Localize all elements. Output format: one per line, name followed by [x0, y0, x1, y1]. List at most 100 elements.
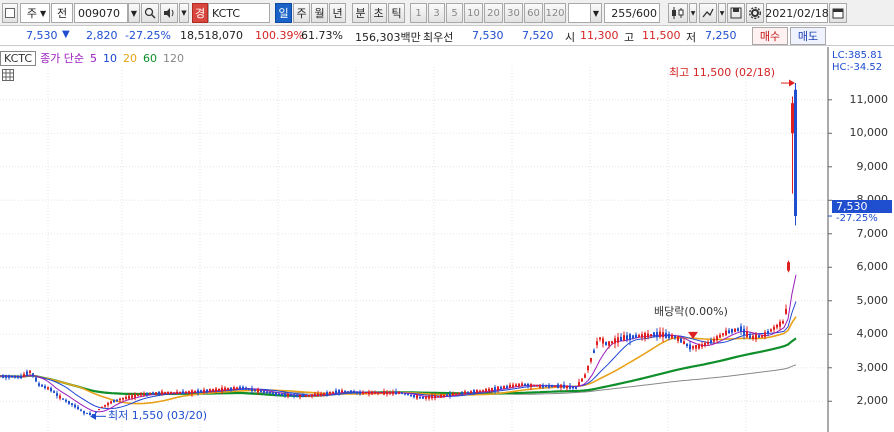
speaker-dropdown-button[interactable]: ▼	[179, 3, 189, 23]
chart-legend: KCTC 종가 단순 5 10 20 60 120	[0, 50, 190, 66]
candle-body	[155, 392, 157, 395]
volume-ratio: 100.39%	[255, 29, 304, 42]
draw-tool-button[interactable]	[699, 3, 717, 23]
candle-style-button[interactable]	[668, 3, 688, 23]
candle-body	[722, 333, 724, 336]
candle-body	[398, 391, 400, 394]
candle-body	[335, 390, 337, 394]
candle-body	[263, 390, 265, 393]
candle-body	[787, 262, 790, 271]
candle-body	[746, 331, 748, 337]
candle-body	[470, 391, 472, 393]
candle-body	[254, 389, 256, 391]
candle-body	[386, 391, 388, 395]
candle-body	[305, 394, 307, 397]
candle-body	[776, 324, 778, 328]
prefix-select[interactable]: 전	[51, 3, 73, 23]
candle-body	[119, 398, 121, 401]
candle-body	[677, 335, 679, 341]
candle-body	[194, 390, 196, 393]
tab-day[interactable]: 일	[275, 3, 292, 23]
tab-second[interactable]: 초	[370, 3, 387, 23]
candle-body	[773, 326, 775, 330]
candle-body	[242, 386, 244, 390]
down-arrow-icon: ▼	[62, 29, 70, 40]
candle-body	[701, 344, 703, 347]
interval-60[interactable]: 60	[524, 3, 543, 23]
grid-toggle-icon[interactable]	[2, 69, 14, 84]
custom-interval-dropdown[interactable]: ▼	[590, 3, 602, 23]
candle-body	[440, 394, 442, 398]
candle-body	[185, 391, 187, 394]
candle-body	[245, 387, 247, 390]
interval-5[interactable]: 5	[446, 3, 463, 23]
date-field[interactable]: 2021/02/18	[765, 3, 829, 23]
search-button[interactable]	[141, 3, 159, 23]
candle-body	[29, 370, 31, 373]
candle-body	[710, 340, 712, 344]
candle-body	[611, 341, 613, 344]
tab-day-label: 일	[278, 7, 289, 20]
candle-body	[491, 387, 493, 391]
candle-body	[578, 382, 580, 386]
interval-120[interactable]: 120	[544, 3, 566, 23]
speaker-button[interactable]	[160, 3, 178, 23]
candle-body	[779, 321, 781, 327]
save-button[interactable]	[727, 3, 745, 23]
code-dropdown-button[interactable]: ▼	[128, 3, 140, 23]
tab-month-label: 월	[314, 7, 325, 20]
candle-body	[569, 385, 571, 389]
candle-body	[356, 391, 358, 394]
candle-body	[281, 393, 283, 396]
chevron-down-icon: ▼	[181, 9, 187, 17]
interval-20[interactable]: 20	[484, 3, 503, 23]
candle-body	[338, 389, 340, 394]
price-chart[interactable]: KCTC 종가 단순 5 10 20 60 120 LC:385.81 HC:-…	[0, 47, 894, 432]
candle-body	[77, 406, 79, 410]
current-price-tag: 7,530	[832, 200, 892, 213]
checkbox-icon[interactable]	[2, 3, 18, 23]
best-quote-label: 최우선	[423, 31, 454, 44]
tab-year[interactable]: 년	[329, 3, 346, 23]
candle-body	[506, 385, 508, 388]
candle-body	[527, 383, 529, 387]
interval-label: 30	[507, 7, 520, 19]
interval-1[interactable]: 1	[410, 3, 427, 23]
y-tick-label: 11,000	[849, 92, 889, 106]
tab-week[interactable]: 주	[293, 3, 310, 23]
interval-3[interactable]: 3	[428, 3, 445, 23]
candle-body	[173, 392, 175, 394]
stock-name-field[interactable]: KCTC	[208, 3, 270, 23]
interval-30[interactable]: 30	[504, 3, 523, 23]
tab-minute[interactable]: 분	[352, 3, 369, 23]
candle-body	[293, 394, 295, 397]
chart-canvas[interactable]	[0, 47, 894, 432]
candle-body	[767, 331, 769, 334]
buy-button[interactable]: 매수	[752, 27, 788, 45]
interval-10[interactable]: 10	[464, 3, 483, 23]
legend-ma120: 120	[163, 51, 185, 65]
candle-body	[623, 335, 625, 341]
period-select[interactable]: 주 ▼	[20, 3, 50, 23]
tab-tick[interactable]: 틱	[388, 3, 405, 23]
candle-body	[692, 346, 694, 349]
calendar-button[interactable]	[829, 3, 847, 23]
market-badge-label: 경	[194, 7, 206, 20]
y-tick-label: 3,000	[856, 360, 889, 374]
candle-body	[239, 386, 241, 390]
candle-body	[44, 385, 46, 389]
candle-body	[101, 406, 103, 408]
sell-button[interactable]: 매도	[790, 27, 826, 45]
settings-button[interactable]	[746, 3, 764, 23]
bar-count-field[interactable]: 255/600	[604, 3, 660, 23]
candle-body	[56, 393, 58, 396]
draw-tool-dropdown[interactable]: ▼	[718, 3, 726, 23]
tab-month[interactable]: 월	[311, 3, 328, 23]
candle-body	[590, 358, 592, 362]
candle-body	[95, 411, 97, 413]
candle-body	[62, 398, 64, 400]
stock-code-input[interactable]: 009070	[74, 3, 128, 23]
candle-style-dropdown[interactable]: ▼	[689, 3, 697, 23]
trendline-icon	[702, 8, 714, 18]
candle-body	[83, 411, 85, 414]
